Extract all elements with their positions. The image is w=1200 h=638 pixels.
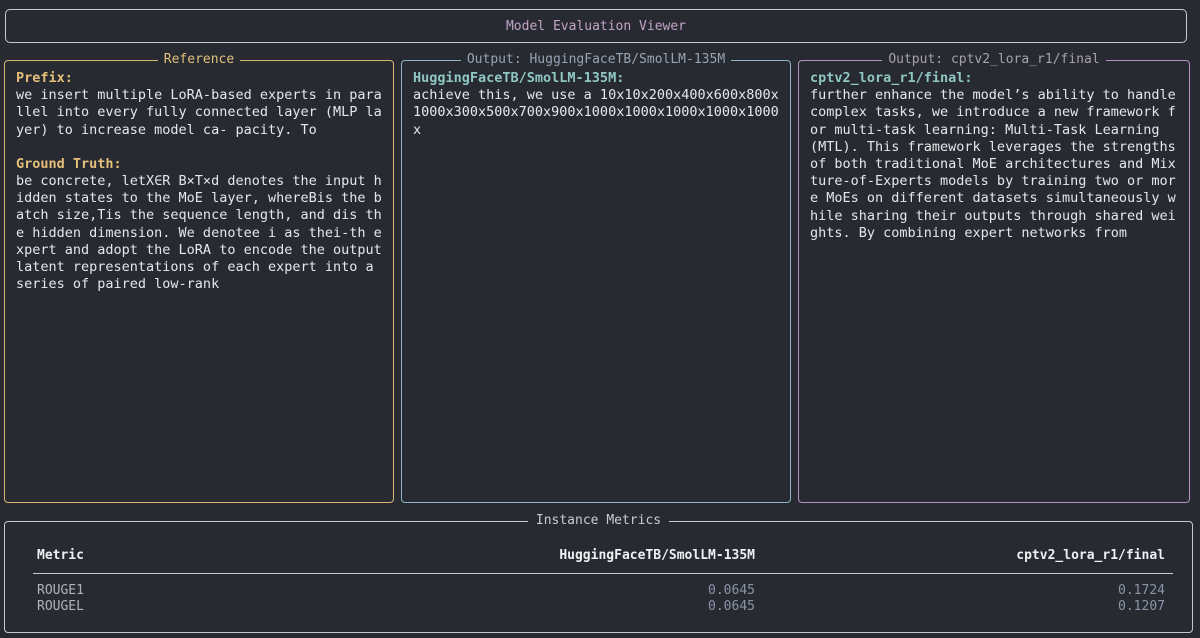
instance-metrics-panel: Instance Metrics Metric HuggingFaceTB/Sm… xyxy=(4,513,1193,633)
output-panel-smollm[interactable]: Output: HuggingFaceTB/SmolLM-135M Huggin… xyxy=(401,52,791,503)
smollm-model-label: HuggingFaceTB/SmolLM-135M: xyxy=(413,70,625,86)
table-row: ROUGE1 0.0645 0.1724 xyxy=(33,583,1165,600)
output-panel-cptv2[interactable]: Output: cptv2_lora_r1/final cptv2_lora_r… xyxy=(798,52,1190,503)
reference-panel-title: Reference xyxy=(157,52,241,67)
output-panel-cptv2-body: cptv2_lora_r1/final: further enhance the … xyxy=(799,61,1189,242)
smollm-column-header: HuggingFaceTB/SmolLM-135M xyxy=(559,548,755,563)
app-title: Model Evaluation Viewer xyxy=(505,18,686,34)
cptv2-model-label: cptv2_lora_r1/final: xyxy=(810,70,973,86)
smollm-output-text: achieve this, we use a 10x10x200x400x600… xyxy=(413,87,779,138)
reference-panel[interactable]: Reference Prefix: we insert multiple LoRA… xyxy=(4,52,394,503)
prefix-text: we insert multiple LoRA-based experts in… xyxy=(16,87,382,138)
metric-name: ROUGEL xyxy=(37,599,84,614)
cptv2-metric-value: 0.1724 xyxy=(1118,583,1165,598)
metrics-header-row: Metric HuggingFaceTB/SmolLM-135M cptv2_l… xyxy=(33,548,1165,565)
output-panel-smollm-body: HuggingFaceTB/SmolLM-135M: achieve this, … xyxy=(402,61,790,139)
table-row: ROUGEL 0.0645 0.1207 xyxy=(33,599,1165,616)
cptv2-column-header: cptv2_lora_r1/final xyxy=(1016,548,1165,563)
metric-name: ROUGE1 xyxy=(37,583,84,598)
smollm-metric-value: 0.0645 xyxy=(708,583,755,598)
prefix-label: Prefix: xyxy=(16,70,73,86)
ground-truth-label: Ground Truth: xyxy=(16,155,122,172)
metrics-header-divider xyxy=(33,573,1173,574)
smollm-metric-value: 0.0645 xyxy=(708,599,755,614)
ground-truth-text: be concrete, letX∈R B×T×d denotes the in… xyxy=(16,173,390,293)
reference-panel-body: Prefix: we insert multiple LoRA-based exp… xyxy=(5,61,393,293)
instance-metrics-title: Instance Metrics xyxy=(527,513,670,528)
cptv2-output-text: further enhance the model’s ability to h… xyxy=(810,87,1184,241)
output-panel-cptv2-title: Output: cptv2_lora_r1/final xyxy=(882,52,1106,67)
app-title-bar: Model Evaluation Viewer xyxy=(5,9,1187,43)
metric-column-header: Metric xyxy=(37,548,84,563)
cptv2-metric-value: 0.1207 xyxy=(1118,599,1165,614)
output-panel-smollm-title: Output: HuggingFaceTB/SmolLM-135M xyxy=(460,52,732,67)
